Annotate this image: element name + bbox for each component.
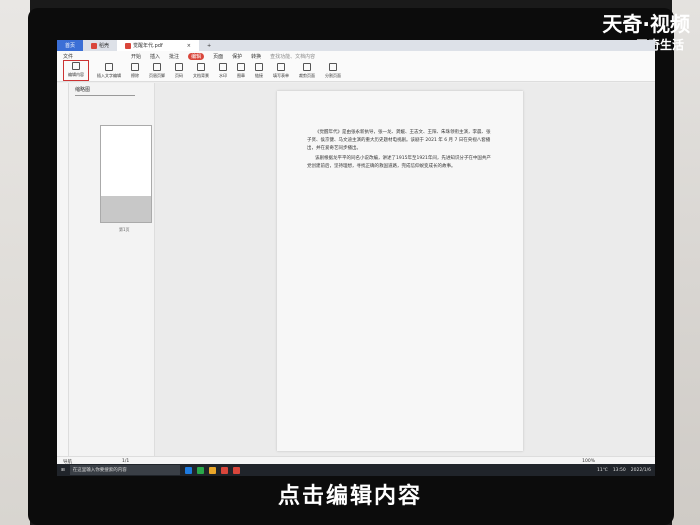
label: 裁剪页面 xyxy=(299,73,315,78)
document-view: 《觉醒年代》是由张永新执导，张一龙、龚媛、王志文、王阳、朱珠领衔主演，李晨、张子… xyxy=(155,83,655,456)
menu-edit[interactable]: 编辑 xyxy=(188,53,205,60)
stamp-button[interactable]: 图章 xyxy=(235,63,247,81)
menu-comment[interactable]: 批注 xyxy=(169,53,179,60)
tab-home[interactable]: 首页 xyxy=(57,40,84,51)
pdf-page[interactable]: 《觉醒年代》是由张永新执导，张一龙、龚媛、王志文、王阳、朱珠领衔主演，李晨、张子… xyxy=(277,91,523,451)
label: 填写表单 xyxy=(273,73,289,78)
menu-bar: 文件 开始 插入 批注 编辑 页面 保护 转换 查找功能、文档内容 xyxy=(57,51,655,62)
pdf-app-icon[interactable] xyxy=(232,466,240,474)
thumbnail-panel: 缩略图 第1页 xyxy=(69,83,155,456)
edit-content-button[interactable]: 编辑内容 xyxy=(63,60,89,81)
label: 页码 xyxy=(175,73,183,78)
tab-label: 觉醒年代.pdf xyxy=(133,43,163,49)
tab-daoke[interactable]: 稻壳 xyxy=(83,40,117,51)
watermark-button[interactable]: 水印 xyxy=(217,63,229,81)
daoke-icon xyxy=(91,42,98,49)
label: 链接 xyxy=(255,73,263,78)
label: 分割页面 xyxy=(325,73,341,78)
split-icon xyxy=(329,63,337,71)
split-page-button[interactable]: 分割页面 xyxy=(323,63,343,81)
label: 擦除 xyxy=(131,73,139,78)
clock-date: 2022/1/6 xyxy=(630,467,651,473)
windows-start-icon[interactable]: ⊞ xyxy=(61,468,65,473)
menu-convert[interactable]: 转换 xyxy=(251,53,261,60)
menu-insert[interactable]: 插入 xyxy=(150,53,160,60)
header-footer-button[interactable]: 页眉页脚 xyxy=(147,63,167,81)
app-icon[interactable] xyxy=(196,466,204,474)
page-number-button[interactable]: 页码 xyxy=(173,63,185,81)
zoom-slider[interactable] xyxy=(75,95,135,96)
link-icon xyxy=(255,63,263,71)
video-subtitle: 点击编辑内容 xyxy=(277,484,422,509)
ribbon: 编辑内容 插入文字编辑 擦除 页眉页脚 页码 文档背景 水印 图章 链接 填写表… xyxy=(57,60,655,82)
text-icon xyxy=(105,63,113,71)
menu-file[interactable]: 文件 xyxy=(63,53,73,60)
menu-start[interactable]: 开始 xyxy=(131,53,141,60)
wps-icon[interactable] xyxy=(220,466,228,474)
explorer-icon[interactable] xyxy=(208,466,216,474)
tab-document[interactable]: 觉醒年代.pdf × xyxy=(117,40,199,51)
search-placeholder: 在这里输入你要搜索的内容 xyxy=(72,468,127,473)
background-button[interactable]: 文档背景 xyxy=(191,63,211,81)
page-thumbnail[interactable] xyxy=(100,125,152,223)
erase-button[interactable]: 擦除 xyxy=(129,63,141,81)
form-icon xyxy=(277,63,285,71)
desk-background-right xyxy=(672,0,700,525)
label: 文档背景 xyxy=(193,73,209,78)
menu-protect[interactable]: 保护 xyxy=(232,53,242,60)
tab-bar: 首页 稻壳 觉醒年代.pdf × + xyxy=(57,40,655,51)
taskbar-search[interactable]: 在这里输入你要搜索的内容 xyxy=(69,465,180,475)
left-toolbar xyxy=(57,83,69,456)
page-number-icon xyxy=(175,63,183,71)
desk-background xyxy=(0,0,30,525)
label: 编辑内容 xyxy=(68,72,84,77)
label: 图章 xyxy=(237,73,245,78)
eraser-icon xyxy=(131,63,139,71)
tab-label: 稻壳 xyxy=(99,43,110,49)
edit-icon xyxy=(72,62,80,70)
weather: 11℃ xyxy=(597,467,608,473)
background-icon xyxy=(197,63,205,71)
label: 水印 xyxy=(219,73,227,78)
link-button[interactable]: 链接 xyxy=(253,63,265,81)
fill-form-button[interactable]: 填写表单 xyxy=(271,63,291,81)
screen: 首页 稻壳 觉醒年代.pdf × + 文件 开始 插入 批注 编辑 页面 保护 转… xyxy=(57,40,655,476)
pdf-icon xyxy=(125,42,132,49)
paragraph: 《觉醒年代》是由张永新执导，张一龙、龚媛、王志文、王阳、朱珠领衔主演，李晨、张子… xyxy=(307,130,491,151)
thumbnail-label: 第1页 xyxy=(119,227,130,232)
watermark-logo: 天奇·视频 xyxy=(602,12,690,36)
close-icon[interactable]: × xyxy=(187,43,191,49)
main-area: 缩略图 第1页 《觉醒年代》是由张永新执导，张一龙、龚媛、王志文、王阳、朱珠领衔… xyxy=(57,83,655,456)
insert-text-button[interactable]: 插入文字编辑 xyxy=(95,63,123,81)
clock-time: 13:50 xyxy=(612,467,626,473)
taskbar: ⊞ 在这里输入你要搜索的内容 11℃ 13:50 2022/1/6 xyxy=(57,464,655,476)
menu-page[interactable]: 页面 xyxy=(213,53,223,60)
crop-icon xyxy=(303,63,311,71)
stamp-icon xyxy=(237,63,245,71)
header-icon xyxy=(153,63,161,71)
new-tab-button[interactable]: + xyxy=(199,40,219,51)
edge-icon[interactable] xyxy=(184,466,192,474)
crop-page-button[interactable]: 裁剪页面 xyxy=(297,63,317,81)
label: 页眉页脚 xyxy=(149,73,165,78)
paragraph: 该剧根据龙平平的同名小说改编，讲述了1915年至1921年间，先进知识分子在中国… xyxy=(307,156,491,169)
watermark-icon xyxy=(219,63,227,71)
label: 插入文字编辑 xyxy=(97,73,121,78)
search-input[interactable]: 查找功能、文档内容 xyxy=(270,53,315,60)
tab-label: 首页 xyxy=(65,43,76,49)
